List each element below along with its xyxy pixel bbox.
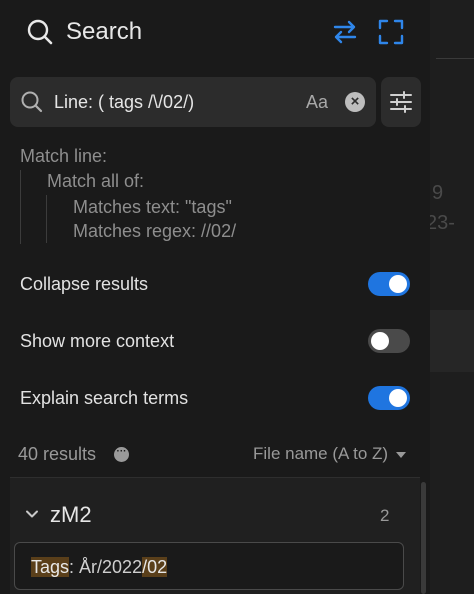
explain-tree-line (20, 170, 21, 244)
search-match-item[interactable]: Tags: År/2022/02 (14, 542, 404, 590)
result-file-header[interactable]: zM2 2 (10, 496, 420, 536)
match-text: Tags: År/2022/02 (31, 555, 168, 579)
match-text-part: : År/2022 (69, 557, 143, 577)
show-context-toggle[interactable] (368, 329, 410, 353)
explain-tree-line (46, 195, 47, 243)
toggle-knob (389, 275, 407, 293)
expand-icon[interactable] (376, 17, 406, 47)
search-field-icon (21, 91, 43, 113)
toggle-knob (389, 389, 407, 407)
clear-search-icon[interactable]: × (345, 92, 365, 112)
background-editor-pane: 9 23- (430, 0, 474, 594)
result-file-group: zM2 2 Tags: År/2022/02 (10, 478, 420, 594)
toggle-knob (371, 332, 389, 350)
explain-terms-label: Explain search terms (20, 388, 189, 408)
collapse-results-setting: Collapse results (0, 264, 430, 304)
explain-regex-rule: Matches regex: //02/ (73, 221, 237, 241)
chevron-down-icon (396, 451, 407, 458)
panel-title: Search (66, 18, 143, 45)
result-match-count: 2 (380, 506, 390, 525)
editor-block (430, 310, 474, 372)
search-box: Aa × (10, 77, 376, 127)
editor-text-fragment: 9 (432, 182, 444, 204)
match-case-button[interactable]: Aa (306, 89, 328, 115)
swap-icon[interactable] (330, 17, 360, 47)
explain-match-all: Match all of: (47, 171, 145, 191)
results-count: 40 results (18, 444, 97, 464)
sort-label: File name (A to Z) (253, 444, 389, 463)
show-context-setting: Show more context (0, 321, 430, 361)
show-context-label: Show more context (20, 331, 175, 351)
explain-match-line: Match line: (20, 146, 108, 166)
sliders-icon (390, 91, 412, 113)
collapse-results-label: Collapse results (20, 274, 149, 294)
result-file-name: zM2 (50, 502, 92, 527)
more-options-icon[interactable]: ··· (114, 447, 129, 462)
match-highlight: Tags (31, 557, 70, 577)
sort-dropdown[interactable]: File name (A to Z) (253, 442, 407, 466)
results-bar: 40 results ··· File name (A to Z) (0, 440, 430, 470)
explain-terms-toggle[interactable] (368, 386, 410, 410)
collapse-results-toggle[interactable] (368, 272, 410, 296)
search-header: Search (0, 0, 430, 64)
editor-text-fragment: 23- (430, 212, 455, 234)
results-scrollbar[interactable] (421, 482, 426, 594)
search-input[interactable] (54, 87, 298, 117)
search-icon (27, 19, 53, 45)
match-highlight: /02 (142, 557, 168, 577)
explain-text-rule: Matches text: "tags" (73, 197, 232, 217)
explain-terms-setting: Explain search terms (0, 378, 430, 418)
chevron-down-icon (26, 510, 38, 518)
search-settings-button[interactable] (381, 77, 421, 127)
editor-divider (436, 58, 474, 59)
search-panel: Search Aa × Match line: Match all of (0, 0, 430, 594)
